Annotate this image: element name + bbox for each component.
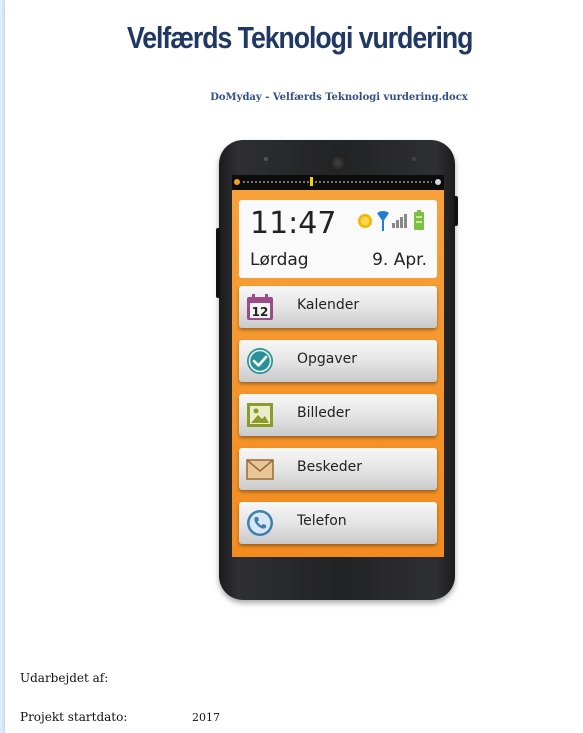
app-label: Beskeder [297, 459, 362, 475]
progress-dots [242, 181, 432, 183]
clock-day: Lørdag [250, 250, 309, 270]
app-label: Opgaver [297, 351, 358, 367]
checkmark-icon [247, 348, 273, 374]
camera-icon [329, 154, 347, 172]
status-strip [232, 175, 444, 189]
power-button [454, 196, 458, 226]
app-label: Billeder [297, 405, 351, 421]
phone-icon [247, 510, 273, 536]
app-label: Telefon [297, 513, 347, 529]
clock-date: 9. Apr. [372, 250, 427, 270]
light-sensor-icon [412, 157, 416, 161]
phone-image: 11:47 Lørdag 9. Apr. 12 Kalender Opgaver… [216, 140, 458, 600]
svg-text:12: 12 [252, 305, 269, 319]
app-label: Kalender [297, 297, 360, 313]
sun-icon [358, 214, 372, 228]
picture-icon [247, 403, 273, 427]
app-button-telefon[interactable]: Telefon [239, 502, 437, 544]
clock-card: 11:47 Lørdag 9. Apr. [239, 200, 437, 278]
app-button-billeder[interactable]: Billeder [239, 394, 437, 436]
app-button-kalender[interactable]: 12 Kalender [239, 286, 437, 328]
prepared-by-label: Udarbejdet af: [20, 671, 109, 685]
signal-icon [392, 214, 407, 228]
document-title: Velfærds Teknologi vurdering [126, 20, 473, 55]
volume-button [216, 228, 220, 298]
start-date-label: Projekt startdato: [20, 710, 128, 724]
sensor-icon [264, 157, 268, 161]
status-dot-icon [234, 179, 240, 185]
wifi-icon [377, 211, 389, 231]
progress-marker [310, 177, 313, 186]
app-button-opgaver[interactable]: Opgaver [239, 340, 437, 382]
envelope-icon [246, 459, 274, 480]
clock-time: 11:47 [250, 206, 337, 241]
document-page: Velfærds Teknologi vurdering DoMyday - V… [5, 0, 583, 733]
phone-screen: 11:47 Lørdag 9. Apr. 12 Kalender Opgaver… [232, 175, 444, 557]
document-subtitle: DoMyday - Velfærds Teknologi vurdering.d… [210, 92, 468, 103]
status-end-icon [435, 179, 441, 185]
calendar-icon: 12 [247, 294, 273, 320]
app-button-beskeder[interactable]: Beskeder [239, 448, 437, 490]
battery-icon [414, 210, 424, 230]
start-date-value: 2017 [192, 711, 220, 724]
